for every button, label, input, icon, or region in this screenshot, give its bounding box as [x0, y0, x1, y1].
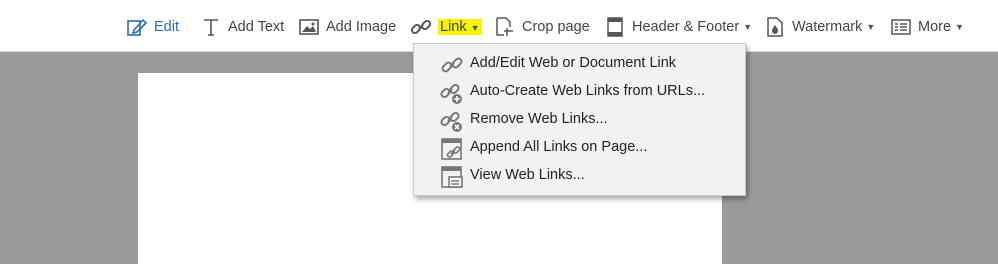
header-footer-button[interactable]: Header & Footer ▼	[604, 12, 752, 42]
watermark-button[interactable]: Watermark ▼	[764, 12, 875, 42]
link-label-text: Link	[440, 19, 467, 35]
menu-item-add-edit-link[interactable]: Add/Edit Web or Document Link	[414, 50, 745, 78]
link-icon	[440, 53, 464, 77]
menu-item-auto-create-links[interactable]: Auto-Create Web Links from URLs...	[414, 78, 745, 106]
link-icon	[410, 16, 432, 38]
watermark-icon	[764, 16, 786, 38]
link-label: Link ▼	[438, 19, 482, 35]
chevron-down-icon: ▼	[955, 22, 964, 32]
menu-item-remove-web-links[interactable]: Remove Web Links...	[414, 106, 745, 134]
more-label: More	[918, 19, 952, 35]
menu-item-view-web-links[interactable]: View Web Links...	[414, 162, 745, 190]
link-add-icon	[440, 81, 464, 105]
menu-item-label: Remove Web Links...	[470, 111, 608, 127]
add-text-button[interactable]: Add Text	[200, 12, 284, 42]
text-icon	[200, 16, 222, 38]
header-footer-label: Header & Footer	[632, 19, 740, 35]
add-image-label: Add Image	[326, 19, 397, 35]
page-link-icon	[440, 137, 464, 161]
edit-button[interactable]: Edit	[126, 12, 179, 42]
crop-page-label: Crop page	[522, 19, 590, 35]
link-dropdown-menu: Add/Edit Web or Document Link Auto-Creat…	[413, 43, 746, 196]
menu-item-label: View Web Links...	[470, 167, 585, 183]
more-icon	[890, 16, 912, 38]
add-image-button[interactable]: Add Image	[298, 12, 396, 42]
more-button[interactable]: More ▼	[890, 12, 964, 42]
add-text-label: Add Text	[228, 19, 285, 35]
chevron-down-icon: ▼	[866, 22, 876, 32]
menu-item-label: Append All Links on Page...	[470, 139, 648, 155]
edit-label: Edit	[154, 19, 179, 35]
menu-item-label: Add/Edit Web or Document Link	[470, 55, 677, 71]
chevron-down-icon: ▼	[743, 22, 753, 32]
link-button[interactable]: Link ▼	[410, 12, 482, 42]
menu-item-label: Auto-Create Web Links from URLs...	[470, 83, 706, 99]
chevron-down-icon: ▼	[470, 23, 480, 33]
header-footer-icon	[604, 16, 626, 38]
edit-icon	[126, 16, 148, 38]
crop-page-button[interactable]: Crop page	[494, 12, 590, 42]
link-remove-icon	[440, 109, 464, 133]
menu-item-append-all-links[interactable]: Append All Links on Page...	[414, 134, 745, 162]
view-links-icon	[440, 165, 464, 189]
watermark-label: Watermark	[792, 19, 863, 35]
image-icon	[298, 16, 320, 38]
crop-icon	[494, 16, 516, 38]
